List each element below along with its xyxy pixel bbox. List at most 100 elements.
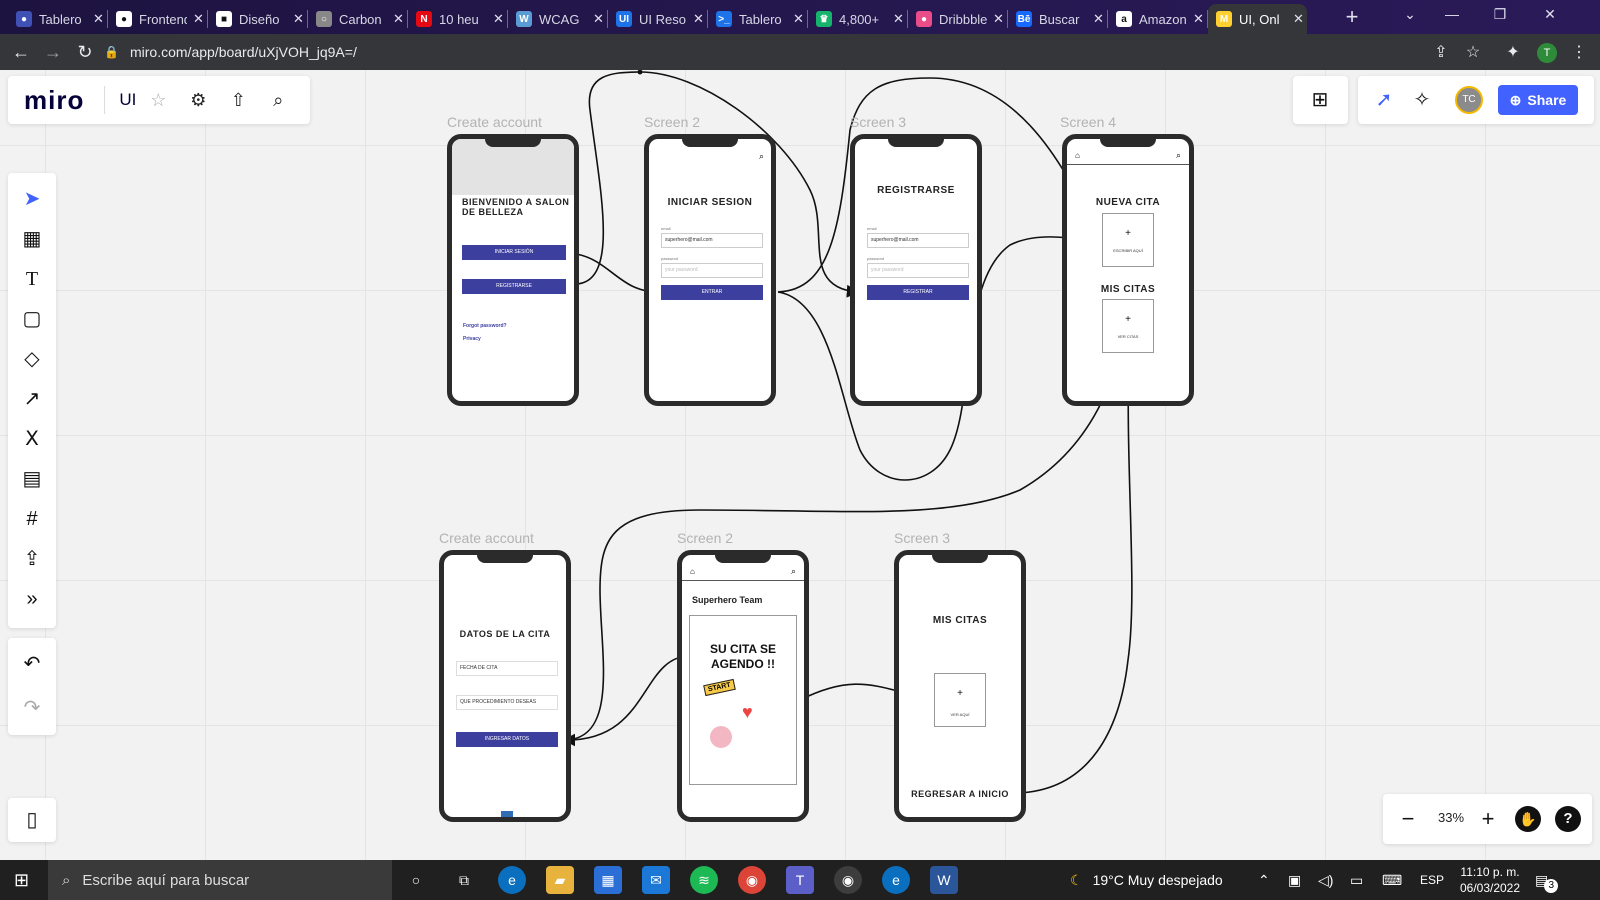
- user-avatar[interactable]: TC: [1455, 86, 1483, 114]
- help-button[interactable]: ?: [1555, 806, 1581, 832]
- frame-title[interactable]: Screen 3: [850, 114, 906, 130]
- bookmark-star-icon[interactable]: ☆: [1462, 42, 1484, 62]
- frame-title[interactable]: Screen 2: [677, 530, 733, 546]
- chrome-icon[interactable]: ◉: [738, 866, 766, 894]
- tab-close-icon[interactable]: ✕: [93, 11, 104, 27]
- meet-icon[interactable]: ▣: [1288, 860, 1301, 900]
- browser-tab[interactable]: >_ Tablero ✕: [708, 4, 807, 34]
- whiteboard-canvas[interactable]: miro UI ☆ ⚙ ⇧ ⌕ ➤ ▦ T ▢ ◇ ↗ Ⅹ ▤ # ⇪ » ↶ …: [0, 70, 1600, 860]
- shapes-icon[interactable]: ◇: [20, 347, 44, 371]
- word-icon[interactable]: W: [930, 866, 958, 894]
- profile-avatar[interactable]: T: [1537, 43, 1557, 63]
- connection-line-icon[interactable]: ↗: [20, 387, 44, 411]
- phone-confirmation-screen[interactable]: ⌂ ⌕ Superhero Team SU CITA SE AGENDO !! …: [677, 550, 809, 822]
- comment-marker[interactable]: [501, 811, 513, 817]
- hand-tool-icon[interactable]: ✋: [1515, 806, 1541, 832]
- url-field[interactable]: 🔒 miro.com/app/board/uXjVOH_jq9A=/: [104, 39, 1484, 65]
- share-button[interactable]: ⊕ Share: [1498, 85, 1578, 115]
- undo-icon[interactable]: ↶: [20, 652, 44, 676]
- phone-appointment-form-screen[interactable]: DATOS DE LA CITA FECHA DE CITA QUE PROCE…: [439, 550, 571, 822]
- submit-data-button[interactable]: INGRESAR DATOS: [456, 732, 558, 747]
- teams-icon[interactable]: T: [786, 866, 814, 894]
- apps-grid-icon[interactable]: ⊞: [1308, 88, 1332, 112]
- forgot-password-link[interactable]: Forgot password?: [463, 323, 507, 329]
- email-field[interactable]: superhero@mail.com: [867, 233, 969, 248]
- procedure-field[interactable]: QUE PROCEDIMIENTO DESEAS: [456, 695, 558, 710]
- date-field[interactable]: FECHA DE CITA: [456, 661, 558, 676]
- new-appointment-card[interactable]: + ESCRIBIR AQUÍ: [1102, 213, 1154, 267]
- browser-tab[interactable]: ■ Diseño ✕: [208, 4, 307, 34]
- menu-icon[interactable]: ⋮: [1568, 42, 1590, 62]
- tab-close-icon[interactable]: ✕: [593, 11, 604, 27]
- redo-icon[interactable]: ↷: [20, 696, 44, 720]
- clock[interactable]: 11:10 p. m. 06/03/2022: [1455, 864, 1525, 896]
- close-window-icon[interactable]: ✕: [1535, 6, 1565, 23]
- file-explorer-icon[interactable]: ▰: [546, 866, 574, 894]
- phone-login-screen[interactable]: ⌕ INICIAR SESION email superhero@mail.co…: [644, 134, 776, 406]
- task-view-icon[interactable]: ⧉: [450, 866, 478, 894]
- edge-icon[interactable]: e: [498, 866, 526, 894]
- view-appointments-card[interactable]: + VER AQUÍ: [934, 673, 986, 727]
- browser-tab[interactable]: W WCAG ✕: [508, 4, 607, 34]
- windows-start-icon[interactable]: ⊞: [14, 870, 29, 891]
- tab-close-icon[interactable]: ✕: [993, 11, 1004, 27]
- browser-tab[interactable]: M UI, Onl ✕: [1208, 4, 1307, 34]
- templates-icon[interactable]: ▦: [20, 227, 44, 251]
- new-tab-button[interactable]: +: [1340, 6, 1364, 30]
- spotify-icon[interactable]: ≋: [690, 866, 718, 894]
- follow-cursor-icon[interactable]: ➚: [1372, 88, 1396, 112]
- browser-tab[interactable]: ● Frontend ✕: [108, 4, 207, 34]
- tray-chevron-icon[interactable]: ⌃: [1258, 860, 1270, 900]
- frame-title[interactable]: Screen 3: [894, 530, 950, 546]
- tab-close-icon[interactable]: ✕: [1293, 11, 1304, 27]
- comment-icon[interactable]: ▤: [20, 467, 44, 491]
- browser-tab[interactable]: Bē Buscar ✕: [1008, 4, 1107, 34]
- tab-close-icon[interactable]: ✕: [693, 11, 704, 27]
- email-field[interactable]: superhero@mail.com: [661, 233, 763, 248]
- export-upload-icon[interactable]: ⇧: [226, 90, 250, 111]
- browser-tab[interactable]: UI UI Reso ✕: [608, 4, 707, 34]
- volume-icon[interactable]: ◁): [1318, 860, 1333, 900]
- weather-widget[interactable]: ☾ 19°C Muy despejado: [1070, 860, 1223, 900]
- my-appointments-card[interactable]: + VER CITAS: [1102, 299, 1154, 353]
- upload-icon[interactable]: ⇪: [20, 547, 44, 571]
- tab-close-icon[interactable]: ✕: [293, 11, 304, 27]
- phone-my-appointments-screen[interactable]: MIS CITAS + VER AQUÍ REGRESAR A INICIO: [894, 550, 1026, 822]
- edge-dev-icon[interactable]: e: [882, 866, 910, 894]
- text-tool-icon[interactable]: T: [20, 267, 44, 291]
- select-cursor-icon[interactable]: ➤: [20, 187, 44, 211]
- celebrate-icon[interactable]: ✧: [1410, 88, 1434, 112]
- password-field[interactable]: your password: [867, 263, 969, 278]
- browser-tab[interactable]: N 10 heu ✕: [408, 4, 507, 34]
- more-tools-icon[interactable]: »: [20, 587, 44, 611]
- frame-title[interactable]: Screen 2: [644, 114, 700, 130]
- frame-title[interactable]: Create account: [447, 114, 542, 130]
- back-icon[interactable]: ←: [10, 41, 32, 63]
- phone-home-screen[interactable]: ⌂ ⌕ NUEVA CITA + ESCRIBIR AQUÍ MIS CITAS…: [1062, 134, 1194, 406]
- mail-icon[interactable]: ✉: [642, 866, 670, 894]
- cortana-icon[interactable]: ○: [402, 866, 430, 894]
- minimize-icon[interactable]: —: [1437, 6, 1467, 22]
- browser-tab[interactable]: ♛ 4,800+ ✕: [808, 4, 907, 34]
- password-field[interactable]: your password: [661, 263, 763, 278]
- frames-list-icon[interactable]: ▯: [20, 808, 44, 832]
- tab-close-icon[interactable]: ✕: [393, 11, 404, 27]
- login-button[interactable]: INICIAR SESIÓN: [462, 245, 566, 260]
- network-icon[interactable]: ▭: [1350, 860, 1363, 900]
- frame-title[interactable]: Create account: [439, 530, 534, 546]
- settings-gear-icon[interactable]: ⚙: [186, 90, 210, 111]
- taskbar-search[interactable]: ⌕ Escribe aquí para buscar: [48, 860, 392, 900]
- miro-logo[interactable]: miro: [24, 85, 84, 116]
- tab-close-icon[interactable]: ✕: [1093, 11, 1104, 27]
- keyboard-icon[interactable]: ⌨: [1382, 860, 1402, 900]
- tab-close-icon[interactable]: ✕: [193, 11, 204, 27]
- browser-tab[interactable]: ○ Carbon ✕: [308, 4, 407, 34]
- zoom-out-button[interactable]: −: [1395, 806, 1421, 832]
- browser-tab[interactable]: a Amazon ✕: [1108, 4, 1207, 34]
- privacy-link[interactable]: Privacy: [463, 336, 481, 342]
- chrome-active-icon[interactable]: ◉: [834, 866, 862, 894]
- language-indicator[interactable]: ESP: [1420, 860, 1444, 900]
- zoom-in-button[interactable]: +: [1475, 806, 1501, 832]
- star-icon[interactable]: ☆: [146, 90, 170, 111]
- tab-close-icon[interactable]: ✕: [1193, 11, 1204, 27]
